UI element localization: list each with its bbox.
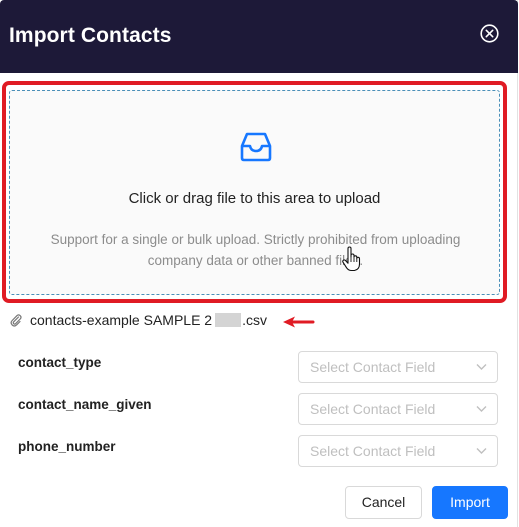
import-button[interactable]: Import xyxy=(432,486,508,519)
upload-hint-line-1: Support for a single or bulk upload. Str… xyxy=(50,232,461,247)
upload-hint-text: Support for a single or bulk upload. Str… xyxy=(26,229,485,271)
chevron-down-icon xyxy=(476,364,487,370)
select-placeholder: Select Contact Field xyxy=(310,359,436,375)
paperclip-icon xyxy=(10,314,22,327)
select-placeholder: Select Contact Field xyxy=(310,401,436,417)
dialog-title: Import Contacts xyxy=(9,24,172,47)
upload-main-text: Click or drag file to this area to uploa… xyxy=(128,190,381,207)
select-contact-type[interactable]: Select Contact Field xyxy=(298,351,498,383)
hand-cursor-icon xyxy=(341,246,363,272)
field-label-phone-number: phone_number xyxy=(18,439,116,454)
field-label-contact-name-given: contact_name_given xyxy=(18,397,152,412)
select-placeholder: Select Contact Field xyxy=(310,443,436,459)
redacted-text xyxy=(215,313,242,327)
import-contacts-dialog: Import Contacts Click or drag file to th… xyxy=(0,0,518,527)
upload-hint-line-2: company data or other banned files. xyxy=(147,253,364,268)
dialog-header: Import Contacts xyxy=(0,0,518,73)
upload-drop-zone[interactable]: Click or drag file to this area to uploa… xyxy=(9,90,500,295)
chevron-down-icon xyxy=(476,448,487,454)
select-contact-name-given[interactable]: Select Contact Field xyxy=(298,393,498,425)
inbox-icon xyxy=(238,129,274,165)
file-name-suffix: .csv xyxy=(242,312,267,328)
field-label-contact-type: contact_type xyxy=(18,355,102,370)
file-name: contacts-example SAMPLE 2 .csv xyxy=(30,312,267,328)
close-icon[interactable] xyxy=(480,24,499,43)
select-phone-number[interactable]: Select Contact Field xyxy=(298,435,498,467)
annotation-arrow-icon xyxy=(281,315,315,329)
file-name-prefix: contacts-example SAMPLE 2 xyxy=(30,312,213,328)
chevron-down-icon xyxy=(476,406,487,412)
cancel-button[interactable]: Cancel xyxy=(345,486,422,519)
